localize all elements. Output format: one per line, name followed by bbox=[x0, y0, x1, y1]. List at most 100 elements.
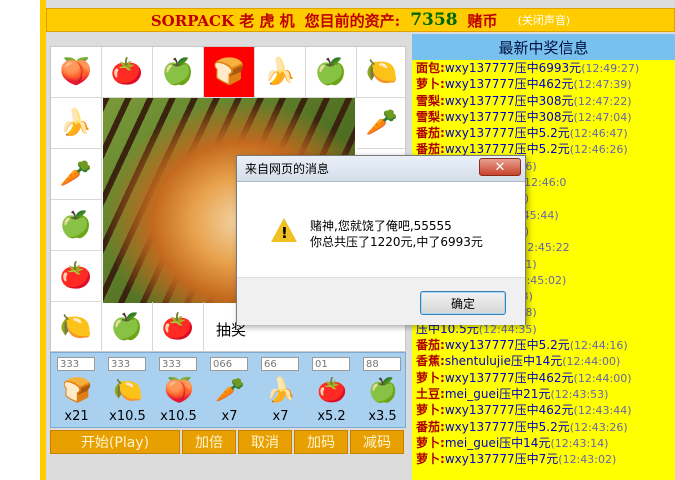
bet-amount-input[interactable]: 66 bbox=[261, 357, 299, 371]
news-amount: 压中6993元 bbox=[514, 61, 582, 75]
news-amount: 压中5.2元 bbox=[514, 126, 570, 141]
peach-icon[interactable]: 🍑 bbox=[163, 375, 195, 405]
sound-toggle-link[interactable]: (关闭声音) bbox=[518, 12, 571, 28]
apple-icon[interactable]: 🍏 bbox=[367, 375, 399, 405]
dialog-line-1: 赌神,您就饶了俺吧,55555 bbox=[310, 219, 452, 233]
bet-amount-input[interactable]: 01 bbox=[312, 357, 350, 371]
news-row: 萝卜:wxy137777压中462元(12:44:00) bbox=[412, 370, 675, 386]
news-row: 萝卜:wxy137777压中462元(12:47:39) bbox=[412, 76, 675, 92]
ok-button[interactable]: 确定 bbox=[420, 291, 506, 315]
news-amount: 压中462元 bbox=[514, 77, 574, 92]
cancel-button[interactable]: 取消 bbox=[238, 430, 292, 454]
news-time: (12:46:0 bbox=[519, 176, 567, 190]
bet-amount-input[interactable]: 333 bbox=[159, 357, 197, 371]
news-user: wxy137777 bbox=[444, 77, 515, 92]
news-user: wxy137777 bbox=[444, 93, 515, 108]
lemon-icon[interactable]: 🍋 bbox=[112, 375, 144, 405]
news-item: 番茄: bbox=[416, 338, 445, 353]
dialog-footer: 确定 bbox=[237, 277, 525, 325]
play-button[interactable]: 开始(Play) bbox=[50, 430, 180, 454]
news-user: wxy137777 bbox=[444, 61, 515, 75]
raise-bet-button[interactable]: 加码 bbox=[294, 430, 348, 454]
tomato-icon[interactable]: 🍅 bbox=[316, 375, 348, 405]
news-user: shentulujie bbox=[444, 354, 511, 369]
banana-icon: 🍌 bbox=[255, 47, 306, 98]
news-time: (12:46:26) bbox=[569, 143, 628, 157]
news-user: wxy137777 bbox=[444, 126, 515, 141]
payout-multiplier: x7 bbox=[221, 409, 238, 424]
news-user: wxy137777 bbox=[444, 109, 515, 124]
news-time: (12:47:39) bbox=[573, 78, 632, 92]
news-row: 土豆:mei_guei压中21元(12:43:53) bbox=[412, 386, 675, 402]
news-item: 萝卜: bbox=[416, 370, 445, 385]
banana-icon[interactable]: 🍌 bbox=[265, 375, 297, 405]
news-row: 番茄:wxy137777压中5.2元(12:44:16) bbox=[412, 337, 675, 353]
news-item: 雪梨: bbox=[416, 93, 445, 108]
news-item: 萝卜: bbox=[416, 452, 445, 467]
news-item: 萝卜: bbox=[416, 77, 445, 92]
news-time: (12:43:44) bbox=[573, 404, 632, 418]
news-row: 萝卜:mei_guei压中14元(12:43:14) bbox=[412, 435, 675, 451]
news-user: wxy137777 bbox=[444, 452, 515, 467]
news-row: 雪梨:wxy137777压中308元(12:47:04) bbox=[412, 109, 675, 125]
bread-icon: 🍞 bbox=[204, 47, 255, 98]
news-time: (12:47:04) bbox=[573, 110, 632, 124]
news-item: 番茄: bbox=[416, 126, 445, 141]
dialog-body: ! 赌神,您就饶了俺吧,55555 你总共压了1220元,中了6993元 bbox=[237, 182, 525, 277]
bet-amount-input[interactable]: 333 bbox=[108, 357, 146, 371]
assets-value: 7358 bbox=[410, 10, 458, 30]
bet-amount-input[interactable]: 333 bbox=[57, 357, 95, 371]
payout-multiplier: x7 bbox=[272, 409, 289, 424]
banana-icon: 🍌 bbox=[51, 98, 102, 149]
news-item: 番茄: bbox=[416, 419, 445, 434]
bread-icon[interactable]: 🍞 bbox=[61, 375, 93, 405]
news-time: (12:46:47) bbox=[569, 127, 628, 141]
dialog-message: 赌神,您就饶了俺吧,55555 你总共压了1220元,中了6993元 bbox=[310, 218, 483, 250]
news-time: (12:44:00) bbox=[562, 355, 621, 369]
tomato-icon: 🍅 bbox=[51, 251, 102, 302]
news-user: wxy137777 bbox=[444, 370, 515, 385]
news-time: (12:43:02) bbox=[558, 453, 617, 467]
bet-amount-input[interactable]: 066 bbox=[210, 357, 248, 371]
frame-left-border bbox=[40, 0, 46, 480]
bet-column: 333 🍋 x10.5 bbox=[102, 353, 153, 429]
news-item: 土豆: bbox=[416, 386, 445, 401]
news-item: 萝卜: bbox=[416, 435, 445, 450]
news-time: (12:44:16) bbox=[569, 339, 628, 353]
lower-bet-button[interactable]: 减码 bbox=[350, 430, 404, 454]
news-time: (12:47:22) bbox=[573, 94, 632, 108]
apple-icon: 🍏 bbox=[153, 47, 204, 98]
tomato-icon: 🍅 bbox=[153, 302, 204, 353]
tomato-icon: 🍅 bbox=[102, 47, 153, 98]
payout-multiplier: x10.5 bbox=[160, 409, 197, 424]
carrot-icon[interactable]: 🥕 bbox=[214, 375, 246, 405]
news-time: (12:43:53) bbox=[550, 387, 609, 401]
bet-panel: 333 🍞 x21 333 🍋 x10.5 333 🍑 x10.5 066 🥕 x7 66 🍌 x7 01 🍅 x… bbox=[50, 352, 406, 428]
news-amount: 压中5.2元 bbox=[514, 338, 570, 353]
news-item: 香蕉: bbox=[416, 354, 445, 369]
brand-title: SORPACK 老 虎 机 bbox=[150, 11, 295, 30]
bet-column: 66 🍌 x7 bbox=[255, 353, 306, 429]
bet-column: 88 🍏 x3.5 bbox=[357, 353, 408, 429]
apple-icon: 🍏 bbox=[51, 200, 102, 251]
news-amount: 压中308元 bbox=[514, 93, 574, 108]
alert-dialog: 来自网页的消息 ✕ ! 赌神,您就饶了俺吧,55555 你总共压了1220元,中… bbox=[236, 155, 526, 325]
close-icon[interactable]: ✕ bbox=[479, 158, 521, 176]
carrot-icon: 🥕 bbox=[357, 98, 408, 149]
news-item: 面包: bbox=[416, 61, 445, 75]
news-time: (12:43:26) bbox=[569, 420, 628, 434]
peach-icon: 🍑 bbox=[51, 47, 102, 98]
news-user: wxy137777 bbox=[444, 419, 515, 434]
bet-column: 066 🥕 x7 bbox=[204, 353, 255, 429]
payout-multiplier: x21 bbox=[64, 409, 89, 424]
title-bar: SORPACK 老 虎 机 您目前的资产: 7358 赌币 (关闭声音) bbox=[46, 8, 675, 32]
news-time: (12:49:27) bbox=[581, 62, 640, 75]
double-button[interactable]: 加倍 bbox=[182, 430, 236, 454]
control-bar: 开始(Play) 加倍 取消 加码 减码 bbox=[50, 430, 406, 454]
news-row: 香蕉:shentulujie压中14元(12:44:00) bbox=[412, 353, 675, 369]
bet-amount-input[interactable]: 88 bbox=[363, 357, 401, 371]
news-heading: 最新中奖信息 bbox=[412, 34, 675, 60]
news-time: (12:44:00) bbox=[573, 371, 632, 385]
bet-column: 333 🍑 x10.5 bbox=[153, 353, 204, 429]
news-user: wxy137777 bbox=[444, 338, 515, 353]
